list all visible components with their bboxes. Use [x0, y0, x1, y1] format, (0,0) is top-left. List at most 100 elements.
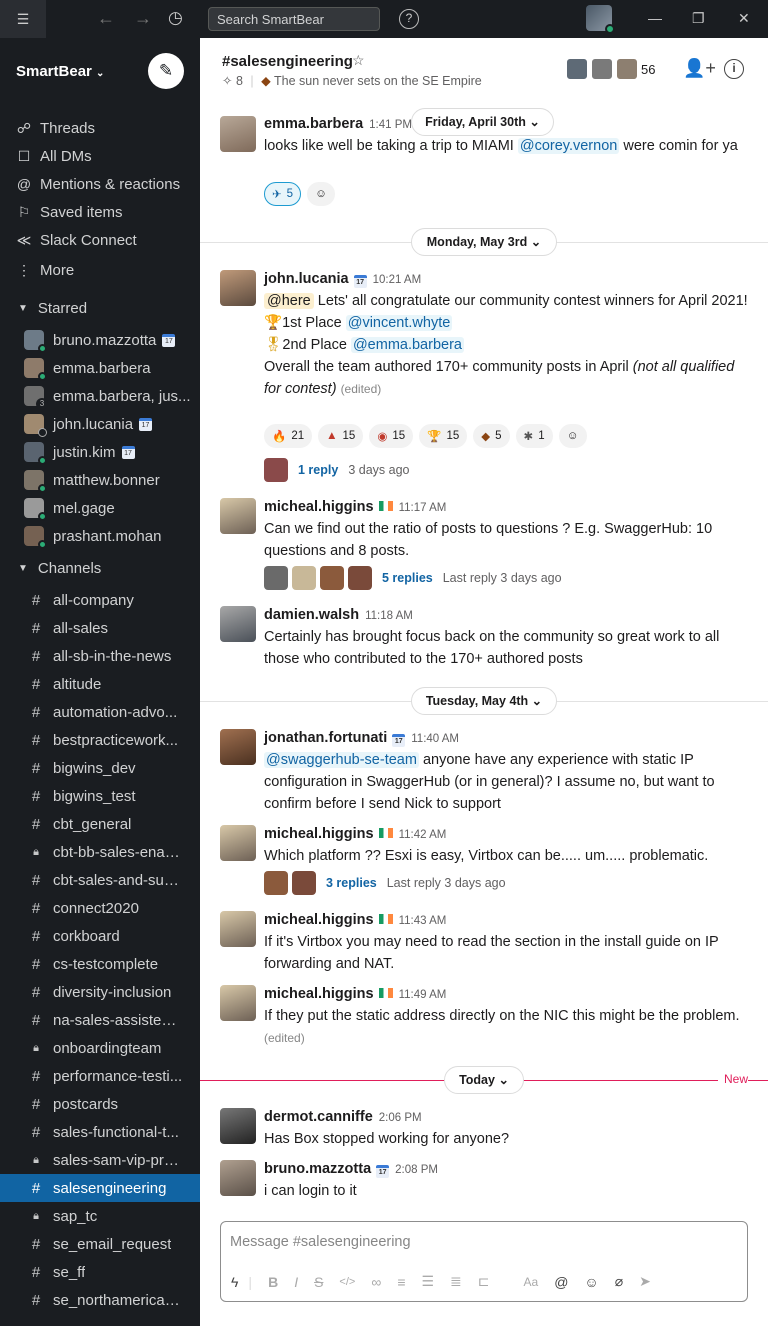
avatar[interactable]: [220, 270, 256, 306]
sidebar-item-slack-connect[interactable]: ≪ Slack Connect: [0, 226, 200, 254]
replies-link[interactable]: 3 replies: [326, 876, 377, 890]
code-icon[interactable]: </>: [339, 1276, 355, 1288]
sidebar-channel-connect2020[interactable]: # connect2020: [0, 894, 200, 922]
message-author[interactable]: jonathan.fortunati 17 11:40 AM: [264, 730, 459, 747]
reaction-rocket[interactable]: ▲ 15: [318, 424, 364, 448]
user-mention[interactable]: @vincent.whyte: [345, 315, 453, 331]
group-mention[interactable]: @swaggerhub-se-team: [264, 752, 419, 768]
date-jump-button[interactable]: Friday, April 30th ⌄: [411, 108, 554, 136]
avatar[interactable]: [220, 1108, 256, 1144]
here-mention[interactable]: @here: [264, 293, 314, 309]
workspace-name[interactable]: SmartBear ⌄: [16, 63, 104, 80]
message-time[interactable]: 1:41 PM: [369, 119, 412, 131]
reaction-bug[interactable]: ✱ 1: [515, 424, 553, 448]
avatar[interactable]: [220, 911, 256, 947]
message-time[interactable]: 11:18 AM: [365, 610, 413, 622]
info-icon[interactable]: i: [724, 59, 744, 79]
user-mention[interactable]: @corey.vernon: [517, 138, 620, 154]
sidebar-channel-all-sales[interactable]: # all-sales: [0, 614, 200, 642]
user-mention[interactable]: @emma.barbera: [350, 337, 464, 353]
sidebar-channel-cs-testcomplete[interactable]: # cs-testcomplete: [0, 950, 200, 978]
italic-icon[interactable]: I: [294, 1274, 298, 1290]
sidebar-item-threads[interactable]: ☍ Threads: [0, 114, 200, 142]
sidebar-dm-bruno[interactable]: bruno.mazzotta 17: [0, 326, 200, 354]
reaction-airplane[interactable]: ✈ 5: [264, 182, 302, 206]
sidebar-channel-na-sales-assisted[interactable]: # na-sales-assisted-...: [0, 1006, 200, 1034]
sidebar-channel-performance-testi[interactable]: # performance-testi...: [0, 1062, 200, 1090]
channels-section-header[interactable]: ▼ Channels: [0, 554, 200, 582]
replies-link[interactable]: 1 reply: [298, 463, 338, 477]
sidebar-channel-se-northamerica[interactable]: # se_northamerica_...: [0, 1286, 200, 1314]
avatar[interactable]: [220, 1160, 256, 1196]
sidebar-channel-cbt-bb-sales-enab[interactable]: 🔒︎ cbt-bb-sales-enab...: [0, 838, 200, 866]
sidebar-channel-cbt-sales-and-sup[interactable]: # cbt-sales-and-sup...: [0, 866, 200, 894]
bold-icon[interactable]: B: [268, 1274, 278, 1290]
link-icon[interactable]: ∞: [371, 1274, 381, 1290]
attachment-icon[interactable]: ⌀: [615, 1273, 623, 1290]
message-time[interactable]: 11:40 AM: [411, 733, 459, 745]
avatar[interactable]: [220, 116, 256, 152]
restore-icon[interactable]: ❐: [692, 10, 705, 27]
message-author[interactable]: emma.barbera 1:41 PM: [264, 116, 412, 132]
strikethrough-icon[interactable]: S: [314, 1274, 323, 1290]
ordered-list-icon[interactable]: ≡: [397, 1274, 405, 1290]
replies-link[interactable]: 5 replies: [382, 571, 433, 585]
date-jump-button[interactable]: Monday, May 3rd ⌄: [411, 228, 557, 256]
member-avatars[interactable]: [566, 58, 641, 80]
sidebar-channel-cbt-general[interactable]: # cbt_general: [0, 810, 200, 838]
star-icon[interactable]: ☆: [352, 52, 365, 69]
sidebar-channel-corkboard[interactable]: # corkboard: [0, 922, 200, 950]
sidebar-dm-justin[interactable]: justin.kim 17: [0, 438, 200, 466]
avatar[interactable]: [220, 729, 256, 765]
sidebar-channel-bigwins-dev[interactable]: # bigwins_dev: [0, 754, 200, 782]
message-time[interactable]: 2:06 PM: [379, 1112, 422, 1124]
message-time[interactable]: 11:42 AM: [399, 829, 447, 841]
sidebar-channel-bestpracticework[interactable]: # bestpracticework...: [0, 726, 200, 754]
sidebar-channel-altitude[interactable]: # altitude: [0, 670, 200, 698]
date-jump-button[interactable]: Today ⌄: [444, 1066, 524, 1094]
close-icon[interactable]: ✕: [738, 10, 750, 27]
search-input[interactable]: Search SmartBear: [208, 7, 380, 31]
message-time[interactable]: 11:43 AM: [399, 915, 447, 927]
sidebar-dm-emma[interactable]: emma.barbera: [0, 354, 200, 382]
sidebar-channel-sales-functional-t[interactable]: # sales-functional-t...: [0, 1118, 200, 1146]
message-input[interactable]: Message #salesengineering: [230, 1234, 411, 1250]
message-time[interactable]: 2:08 PM: [395, 1164, 438, 1176]
sidebar-channel-postcards[interactable]: # postcards: [0, 1090, 200, 1118]
add-member-icon[interactable]: 👤+: [683, 58, 716, 79]
pin-icon[interactable]: ✧: [222, 74, 232, 88]
sidebar-channel-sap-tc[interactable]: 🔒︎ sap_tc: [0, 1202, 200, 1230]
message-author[interactable]: micheal.higgins 11:49 AM: [264, 986, 446, 1002]
thread-summary[interactable]: 3 replies Last reply 3 days ago: [264, 871, 506, 895]
avatar[interactable]: [220, 498, 256, 534]
add-reaction-icon[interactable]: ☺: [558, 424, 587, 448]
sidebar-dm-prashant[interactable]: prashant.mohan: [0, 522, 200, 550]
sidebar-dm-matthew[interactable]: matthew.bonner: [0, 466, 200, 494]
message-author[interactable]: micheal.higgins 11:42 AM: [264, 826, 446, 842]
sidebar-dm-john[interactable]: john.lucania 17: [0, 410, 200, 438]
sidebar-channel-se-email-request[interactable]: # se_email_request: [0, 1230, 200, 1258]
sidebar-channel-automation-advo[interactable]: # automation-advo...: [0, 698, 200, 726]
help-icon[interactable]: ?: [399, 9, 419, 29]
code-block-icon[interactable]: ⊏: [478, 1273, 490, 1290]
thread-summary[interactable]: 1 reply 3 days ago: [264, 458, 409, 482]
sidebar-channel-bigwins-test[interactable]: # bigwins_test: [0, 782, 200, 810]
channel-title[interactable]: #salesengineering: [222, 53, 353, 70]
sidebar-channel-sales-sam-vip-pre[interactable]: 🔒︎ sales-sam-vip-pre...: [0, 1146, 200, 1174]
compose-icon[interactable]: ✎: [148, 53, 184, 89]
sidebar-item-all-dms[interactable]: ☐ All DMs: [0, 142, 200, 170]
sidebar-dm-mel[interactable]: mel.gage: [0, 494, 200, 522]
sidebar-dm-group[interactable]: 3 emma.barbera, jus...: [0, 382, 200, 410]
sidebar-channel-all-sb-in-the-news[interactable]: # all-sb-in-the-news: [0, 642, 200, 670]
avatar[interactable]: [220, 825, 256, 861]
message-author[interactable]: dermot.canniffe 2:06 PM: [264, 1109, 422, 1125]
date-jump-button[interactable]: Tuesday, May 4th ⌄: [411, 687, 557, 715]
blockquote-icon[interactable]: ≣: [450, 1273, 462, 1290]
add-reaction-icon[interactable]: ☺: [307, 182, 336, 206]
sidebar-channel-onboardingteam[interactable]: 🔒︎ onboardingteam: [0, 1034, 200, 1062]
user-avatar[interactable]: [586, 5, 615, 34]
shortcuts-lightning-icon[interactable]: ϟ: [231, 1274, 238, 1290]
sidebar-item-mentions[interactable]: @ Mentions & reactions: [0, 170, 200, 198]
bulleted-list-icon[interactable]: ☰: [421, 1273, 434, 1290]
starred-section-header[interactable]: ▼ Starred: [0, 294, 200, 322]
